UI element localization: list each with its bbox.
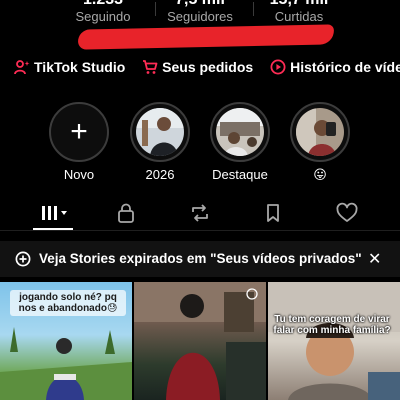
highlight-new[interactable]: + Novo xyxy=(48,102,110,182)
highlight-caption: 😛 xyxy=(313,167,327,182)
profile-links-row: TikTok Studio Seus pedidos Histórico de … xyxy=(14,59,400,78)
highlight-cover-ring[interactable] xyxy=(290,102,350,162)
stat-following-value: 1.233 xyxy=(48,0,158,8)
highlight-cover-ring[interactable] xyxy=(130,102,190,162)
tab-divider xyxy=(0,230,400,231)
highlight-caption: Novo xyxy=(63,167,95,182)
stat-following[interactable]: 1.233 Seguindo xyxy=(48,0,158,24)
content-tab-bar xyxy=(0,200,400,230)
stat-following-label: Seguindo xyxy=(75,9,131,24)
orders-link[interactable]: Seus pedidos xyxy=(142,59,253,75)
highlight-cover-image xyxy=(136,108,184,156)
lock-icon xyxy=(118,203,134,223)
bookmark-icon xyxy=(267,204,279,222)
video-overlay-text: Tu tem coragem de virar falar com minha … xyxy=(273,314,391,336)
profile-stats: 1.233 Seguindo 7,5 mil Seguidores 15,7 m… xyxy=(0,0,400,24)
heart-icon xyxy=(336,202,358,222)
stat-followers[interactable]: 7,5 mil Seguidores xyxy=(145,0,255,24)
stat-likes-label: Curtidas xyxy=(274,9,324,24)
highlight-2026[interactable]: 2026 xyxy=(129,102,191,182)
highlight-cover-image xyxy=(296,108,344,156)
expired-stories-banner[interactable]: Veja Stories expirados em "Seus vídeos p… xyxy=(0,241,400,277)
video-overlay-text: jogando solo né? pq nos e abandonado😓 xyxy=(10,290,126,316)
add-story-icon xyxy=(15,251,31,267)
stat-likes-value: 15,7 mil xyxy=(244,0,354,8)
highlight-new-circle[interactable]: + xyxy=(49,102,109,162)
tab-saved[interactable] xyxy=(262,202,284,229)
stat-followers-label: Seguidores xyxy=(167,9,233,24)
person-sparkle-icon xyxy=(14,60,30,75)
video-grid: jogando solo né? pq nos e abandonado😓 Tu… xyxy=(0,282,400,400)
video-thumbnail[interactable]: Tu tem coragem de virar falar com minha … xyxy=(268,282,400,400)
grid-icon xyxy=(42,206,67,220)
watch-history-label: Histórico de víde xyxy=(290,59,400,75)
tab-private[interactable] xyxy=(115,202,137,229)
play-circle-icon xyxy=(270,59,286,75)
tiktok-studio-link[interactable]: TikTok Studio xyxy=(14,59,125,75)
video-thumbnail[interactable]: jogando solo né? pq nos e abandonado😓 xyxy=(0,282,132,400)
highlight-emoji[interactable]: 😛 xyxy=(289,102,351,182)
watch-history-link[interactable]: Histórico de víde xyxy=(270,59,400,75)
tab-reposts[interactable] xyxy=(188,202,212,229)
banner-text: Veja Stories expirados em "Seus vídeos p… xyxy=(39,251,362,266)
highlight-cover-ring[interactable] xyxy=(210,102,270,162)
plus-icon: + xyxy=(70,115,88,148)
highlight-caption: 2026 xyxy=(145,167,175,182)
highlight-caption: Destaque xyxy=(212,167,268,182)
tab-liked[interactable] xyxy=(335,202,359,229)
cart-icon xyxy=(143,60,158,74)
highlight-destaque[interactable]: Destaque xyxy=(209,102,271,182)
stat-likes[interactable]: 15,7 mil Curtidas xyxy=(244,0,354,24)
tab-videos[interactable] xyxy=(40,202,70,229)
highlight-cover-image xyxy=(216,108,264,156)
orders-label: Seus pedidos xyxy=(162,59,254,75)
redacted-bio-scribble xyxy=(77,24,335,50)
repost-icon xyxy=(192,204,208,222)
close-icon[interactable]: ✕ xyxy=(368,249,381,269)
stat-followers-value: 7,5 mil xyxy=(145,0,255,8)
tiktok-studio-label: TikTok Studio xyxy=(34,59,126,75)
video-thumbnail[interactable] xyxy=(134,282,266,400)
